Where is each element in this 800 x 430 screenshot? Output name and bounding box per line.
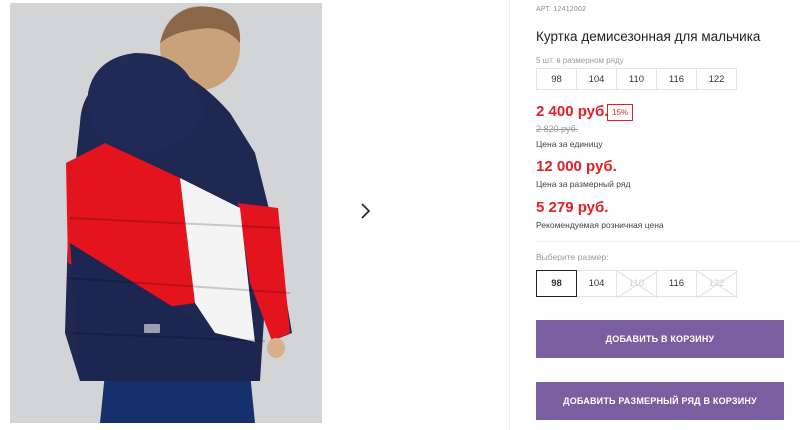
unavailable-cross-icon [697,271,738,298]
size-option-104[interactable]: 104 [576,270,617,297]
unit-price-caption: Цена за единицу [536,139,603,149]
size-option-98[interactable]: 98 [536,270,577,297]
add-to-cart-button[interactable]: ДОБАВИТЬ В КОРЗИНУ [536,320,784,358]
size-row-item: 116 [656,68,697,90]
jacket-illustration [10,3,322,423]
product-info: АРТ. 12412002 Куртка демисезонная для ма… [536,0,800,430]
retail-price-caption: Рекомендуемая розничная цена [536,220,664,230]
section-divider [536,241,800,242]
size-option-110[interactable]: 110 [616,270,658,298]
size-row-item: 110 [616,68,657,90]
discount-badge: 15% [607,104,634,121]
size-option-116[interactable]: 116 [656,270,697,297]
size-option-label: 98 [551,278,562,289]
article-number: АРТ. 12412002 [536,6,587,13]
size-option-label: 104 [588,278,605,289]
size-row-list: 98 104 110 116 122 [536,68,737,90]
size-option-122[interactable]: 122 [696,270,738,298]
product-photo[interactable] [10,3,322,423]
row-price-caption: Цена за размерный ряд [536,179,631,189]
size-option-label: 116 [668,278,685,289]
gallery-next-button[interactable] [346,192,384,230]
product-gallery [0,0,510,430]
add-size-row-to-cart-button[interactable]: ДОБАВИТЬ РАЗМЕРНЫЙ РЯД В КОРЗИНУ [536,382,784,420]
size-row-item: 104 [576,68,617,90]
old-price: 2 820 руб. [536,124,579,134]
chevron-right-icon [361,203,371,219]
divider [509,0,510,430]
size-row-item: 122 [696,68,737,90]
unit-price: 2 400 руб. [536,103,609,120]
product-title: Куртка демисезонная для мальчика [536,29,761,44]
choose-size-label: Выберите размер: [536,252,609,262]
size-row-item: 98 [536,68,577,90]
unavailable-cross-icon [617,271,658,298]
size-picker: 98 104 110 116 122 [536,270,738,298]
size-row-label: 5 шт. в размерном ряду [536,56,624,65]
row-price: 12 000 руб. [536,158,617,175]
retail-price: 5 279 руб. [536,199,609,216]
